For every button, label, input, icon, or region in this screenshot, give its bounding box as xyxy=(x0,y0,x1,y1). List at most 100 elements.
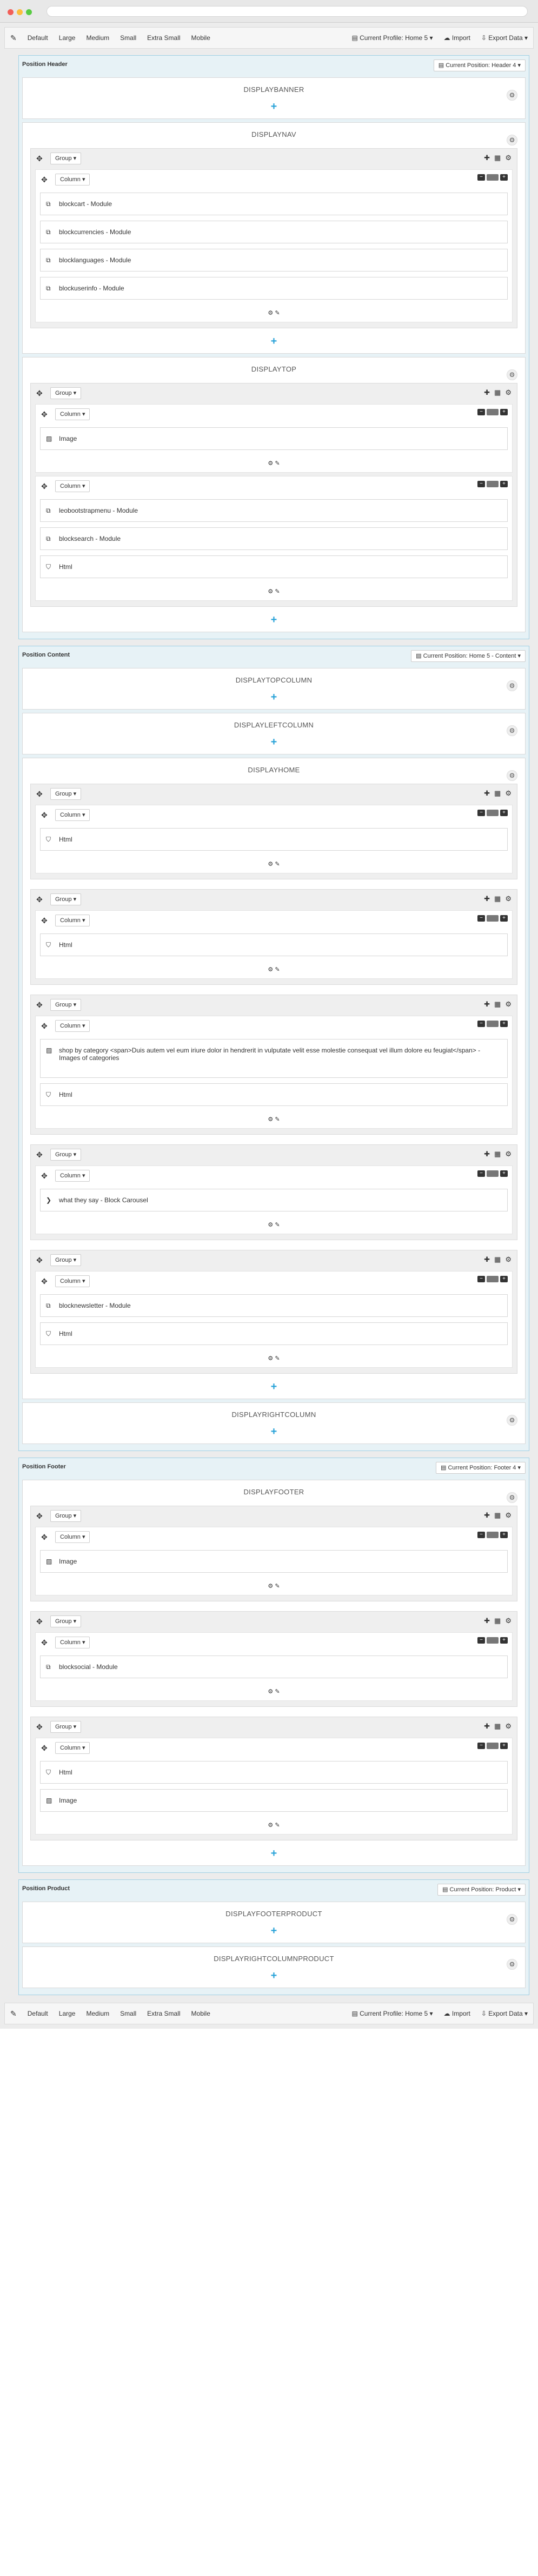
add-column-plus-icon[interactable]: ✚ xyxy=(484,1511,490,1520)
device-small-button[interactable]: Small xyxy=(120,34,136,42)
add-column-plus-icon[interactable]: ✚ xyxy=(484,1000,490,1009)
layout-grid-icon[interactable]: ▦ xyxy=(494,1150,501,1158)
add-group-plus-icon[interactable]: + xyxy=(28,1848,520,1859)
decrease-width-icon[interactable]: − xyxy=(477,1532,485,1538)
edit-pencil-icon[interactable]: ✎ xyxy=(275,1222,280,1228)
move-handle-icon[interactable]: ✥ xyxy=(41,1744,48,1753)
group-settings-gear-icon[interactable]: ⚙ xyxy=(505,1150,512,1158)
layout-grid-icon[interactable]: ▦ xyxy=(494,789,501,798)
column-dropdown[interactable]: Column ▾ xyxy=(55,480,90,492)
increase-width-icon[interactable]: + xyxy=(500,1170,508,1177)
decrease-width-icon[interactable]: − xyxy=(477,1637,485,1644)
import-button[interactable]: ☁ Import xyxy=(444,34,470,42)
column-dropdown[interactable]: Column ▾ xyxy=(55,408,90,420)
move-handle-icon[interactable]: ✥ xyxy=(41,1533,48,1542)
move-handle-icon[interactable]: ✥ xyxy=(41,1022,48,1031)
edit-pencil-icon[interactable]: ✎ xyxy=(275,1116,280,1123)
column-dropdown[interactable]: Column ▾ xyxy=(55,1531,90,1543)
module-item[interactable]: ⧉ blocksearch - Module xyxy=(40,527,508,550)
layout-grid-icon[interactable]: ▦ xyxy=(494,1255,501,1264)
module-item[interactable]: ▨ Image xyxy=(40,1789,508,1812)
layout-grid-icon[interactable]: ▦ xyxy=(494,1000,501,1009)
layout-grid-icon[interactable]: ▦ xyxy=(494,1511,501,1520)
move-handle-icon[interactable]: ✥ xyxy=(36,1723,43,1732)
add-column-plus-icon[interactable]: ✚ xyxy=(484,154,490,162)
edit-pencil-icon[interactable]: ✎ xyxy=(275,460,280,467)
device-mobile-button[interactable]: Mobile xyxy=(191,34,210,42)
add-column-plus-icon[interactable]: ✚ xyxy=(484,789,490,798)
move-handle-icon[interactable]: ✥ xyxy=(36,1256,43,1265)
column-settings-gear-icon[interactable]: ⚙ xyxy=(268,1822,275,1829)
hook-settings-gear-icon[interactable]: ⚙ xyxy=(507,725,517,736)
position-select[interactable]: ▤ Current Position: Footer 4 ▾ xyxy=(436,1462,526,1474)
increase-width-icon[interactable]: + xyxy=(500,174,508,181)
profile-dropdown[interactable]: ▤ Current Profile: Home 5 ▾ xyxy=(351,34,433,42)
increase-width-icon[interactable]: + xyxy=(500,915,508,922)
column-settings-gear-icon[interactable]: ⚙ xyxy=(268,1583,275,1590)
maximize-window-dot[interactable] xyxy=(26,9,32,15)
layout-grid-icon[interactable]: ▦ xyxy=(494,154,501,162)
module-item[interactable]: ⛉ Html xyxy=(40,1083,508,1106)
edit-pencil-icon[interactable]: ✎ xyxy=(275,588,280,595)
edit-pencil-icon[interactable]: ✎ xyxy=(275,966,280,973)
edit-pencil-icon[interactable]: ✎ xyxy=(275,1688,280,1695)
position-select[interactable]: ▤ Current Position: Product ▾ xyxy=(437,1884,526,1896)
increase-width-icon[interactable]: + xyxy=(500,1637,508,1644)
module-item[interactable]: ▨ Image xyxy=(40,1550,508,1573)
device-large-button[interactable]: Large xyxy=(59,2010,76,2017)
add-group-plus-icon[interactable]: + xyxy=(28,1925,520,1936)
add-column-plus-icon[interactable]: ✚ xyxy=(484,388,490,397)
increase-width-icon[interactable]: + xyxy=(500,481,508,487)
group-settings-gear-icon[interactable]: ⚙ xyxy=(505,789,512,798)
increase-width-icon[interactable]: + xyxy=(500,1743,508,1749)
group-settings-gear-icon[interactable]: ⚙ xyxy=(505,1255,512,1264)
module-item[interactable]: ⧉ blocknewsletter - Module xyxy=(40,1294,508,1317)
group-settings-gear-icon[interactable]: ⚙ xyxy=(505,1722,512,1731)
column-dropdown[interactable]: Column ▾ xyxy=(55,1637,90,1648)
move-handle-icon[interactable]: ✥ xyxy=(36,389,43,398)
decrease-width-icon[interactable]: − xyxy=(477,409,485,415)
hook-settings-gear-icon[interactable]: ⚙ xyxy=(507,1959,517,1970)
add-column-plus-icon[interactable]: ✚ xyxy=(484,1255,490,1264)
add-column-plus-icon[interactable]: ✚ xyxy=(484,1150,490,1158)
column-settings-gear-icon[interactable]: ⚙ xyxy=(268,460,275,467)
decrease-width-icon[interactable]: − xyxy=(477,174,485,181)
add-group-plus-icon[interactable]: + xyxy=(28,692,520,703)
device-large-button[interactable]: Large xyxy=(59,34,76,42)
increase-width-icon[interactable]: + xyxy=(500,1532,508,1538)
move-handle-icon[interactable]: ✥ xyxy=(36,790,43,799)
column-dropdown[interactable]: Column ▾ xyxy=(55,1170,90,1182)
profile-dropdown[interactable]: ▤ Current Profile: Home 5 ▾ xyxy=(351,2010,433,2017)
column-settings-gear-icon[interactable]: ⚙ xyxy=(268,1355,275,1362)
add-group-plus-icon[interactable]: + xyxy=(28,737,520,747)
hook-settings-gear-icon[interactable]: ⚙ xyxy=(507,1492,517,1503)
group-settings-gear-icon[interactable]: ⚙ xyxy=(505,1511,512,1520)
edit-pencil-icon[interactable]: ✎ xyxy=(275,1355,280,1362)
add-group-plus-icon[interactable]: + xyxy=(28,336,520,347)
add-group-plus-icon[interactable]: + xyxy=(28,1970,520,1981)
decrease-width-icon[interactable]: − xyxy=(477,1743,485,1749)
add-column-plus-icon[interactable]: ✚ xyxy=(484,1722,490,1731)
module-item[interactable]: ❯ what they say - Block Carousel xyxy=(40,1189,508,1211)
add-group-plus-icon[interactable]: + xyxy=(28,101,520,112)
hook-settings-gear-icon[interactable]: ⚙ xyxy=(507,680,517,691)
group-dropdown[interactable]: Group ▾ xyxy=(50,1254,82,1266)
layout-grid-icon[interactable]: ▦ xyxy=(494,895,501,903)
module-item[interactable]: ⧉ blockcart - Module xyxy=(40,193,508,215)
group-dropdown[interactable]: Group ▾ xyxy=(50,893,82,905)
column-dropdown[interactable]: Column ▾ xyxy=(55,174,90,186)
move-handle-icon[interactable]: ✥ xyxy=(41,482,48,491)
move-handle-icon[interactable]: ✥ xyxy=(36,1150,43,1160)
group-dropdown[interactable]: Group ▾ xyxy=(50,1510,82,1522)
decrease-width-icon[interactable]: − xyxy=(477,810,485,816)
edit-pencil-icon[interactable]: ✎ xyxy=(275,1583,280,1590)
move-handle-icon[interactable]: ✥ xyxy=(41,811,48,820)
increase-width-icon[interactable]: + xyxy=(500,409,508,415)
close-window-dot[interactable] xyxy=(8,9,14,15)
column-dropdown[interactable]: Column ▾ xyxy=(55,1275,90,1287)
move-handle-icon[interactable]: ✥ xyxy=(41,916,48,925)
group-settings-gear-icon[interactable]: ⚙ xyxy=(505,895,512,903)
device-small-button[interactable]: Small xyxy=(120,2010,136,2017)
column-settings-gear-icon[interactable]: ⚙ xyxy=(268,1116,275,1123)
move-handle-icon[interactable]: ✥ xyxy=(41,1171,48,1181)
